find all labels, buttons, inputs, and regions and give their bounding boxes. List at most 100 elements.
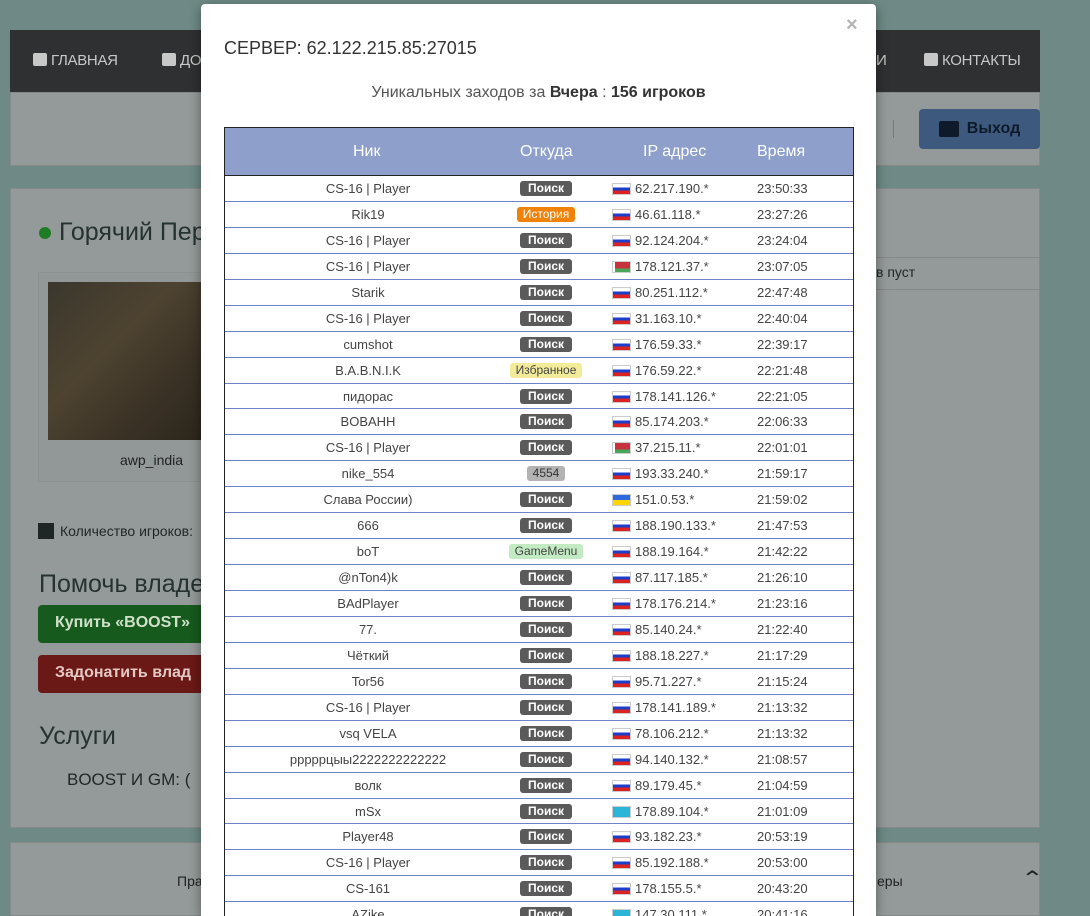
ip-cell: 176.59.22.* [612,363,702,378]
source-cell: Поиск [485,699,607,715]
ip-address: 178.176.214.* [635,596,716,611]
source-cell: Поиск [485,569,607,586]
flag-icon [612,598,631,610]
ip-address: 92.124.204.* [635,232,709,248]
home-icon [33,53,47,66]
source-cell: Поиск [485,284,607,300]
flag-icon [612,623,631,636]
player-nick: mSx [355,803,381,819]
server-name-text: Горячий Перч [59,218,219,246]
player-nick: B.A.B.N.I.K [335,362,401,378]
visit-time: 22:06:33 [757,414,808,430]
ip-cell: 85.140.24.* [612,622,702,637]
visit-time: 21:59:17 [757,466,808,482]
player-nick: Чёткий [346,647,390,663]
online-status-dot [39,227,51,239]
summary-count: 156 игроков [610,84,706,101]
player-nick: CS-16 | Player [325,181,411,196]
source-cell: Поиск [485,517,607,534]
ip-cell: 188.19.164.* [612,544,709,559]
ip-cell: 87.117.185.* [612,570,708,585]
source-cell: Поиск [485,310,607,326]
visit-time: 21:01:09 [757,803,808,819]
flag-icon [612,727,631,740]
table-row: CS-16 | Player Поиск 62.217.190.* 23:50:33 [225,176,853,202]
ip-cell: 78.106.212.* [612,726,709,741]
ip-cell: 178.176.214.* [612,596,716,611]
source-cell: Поиск [485,232,607,248]
buy-boost-button[interactable]: Купить «BOOST» [38,605,218,643]
table-row: CS-16 | Player Поиск 92.124.204.* 23:24:04 [225,228,853,254]
source-badge: Избранное [509,362,583,378]
server-name: Горячий Перч [39,218,218,247]
source-badge: Поиск [519,258,572,274]
ip-cell: 188.18.227.* [612,648,709,663]
flag-icon [612,468,631,481]
visit-time: 21:42:22 [757,544,808,560]
ip-address: 178.89.104.* [635,803,709,819]
visit-time: 21:08:57 [757,751,808,767]
ip-cell: 85.192.188.* [612,855,709,870]
flag-icon [612,494,631,507]
players-count: Количество игроков: [38,523,193,539]
logout-button[interactable]: Выход [919,109,1040,149]
ip-address: 178.155.5.* [635,881,702,897]
flag-icon [612,805,631,818]
nav-add-label: ДО [180,52,202,69]
ip-cell: 188.190.133.* [612,518,716,533]
source-cell: Поиск [485,336,607,352]
flag-icon [612,572,631,585]
table-row: vsq VELA Поиск 78.106.212.* 21:13:32 [225,721,853,747]
table-row: Чёткий Поиск 188.18.227.* 21:17:29 [225,643,853,669]
source-cell: История [485,206,607,222]
flag-icon [612,312,631,325]
nav-partial-label: И [876,52,887,69]
source-badge: Поиск [519,388,572,404]
ip-address: 93.182.23.* [635,829,702,845]
table-row: CS-16 | Player Поиск 31.163.10.* 22:40:04 [225,306,853,332]
player-nick: пидорас [342,388,394,404]
close-icon[interactable]: × [846,14,858,37]
visit-time: 21:04:59 [757,777,808,793]
ip-address: 176.59.33.* [635,336,702,352]
source-badge: Поиск [519,751,572,767]
nav-add[interactable]: ДО [162,52,202,69]
scroll-top-icon[interactable]: ⌃ [1021,866,1044,891]
source-badge: Поиск [519,518,572,534]
ip-address: 188.18.227.* [635,647,709,663]
visit-time: 23:24:04 [757,232,808,248]
envelope-icon [924,53,938,66]
table-row: CS-161 Поиск 178.155.5.* 20:43:20 [225,876,853,903]
source-cell: Поиск [485,258,607,274]
table-row: CS-16 | Player Поиск 178.141.189.* 21:13:32 [225,695,853,721]
player-nick: Player48 [342,829,394,845]
flag-icon [612,416,631,429]
ip-cell: 178.89.104.* [612,804,709,819]
ip-address: 147.30.111.* [635,907,707,916]
source-badge: Поиск [519,777,572,793]
ip-cell: 178.141.126.* [612,389,716,404]
ip-address: 178.121.37.* [635,258,709,274]
right-panel-text: в пуст [876,264,916,280]
source-cell: GameMenu [485,543,607,560]
ip-address: 37.215.11.* [635,440,701,456]
visit-time: 23:27:26 [757,206,808,222]
nav-home-label: ГЛАВНАЯ [51,52,118,69]
ip-cell: 94.140.132.* [612,752,709,767]
source-cell: Поиск [485,803,607,819]
table-row: 666 Поиск 188.190.133.* 21:47:53 [225,513,853,540]
flag-icon [612,183,631,195]
donate-button[interactable]: Задонатить влад [38,655,218,693]
nav-partial[interactable]: И [876,52,887,69]
table-row: CS-16 | Player Поиск 178.121.37.* 23:07:05 [225,254,853,280]
table-row: 77. Поиск 85.140.24.* 21:22:40 [225,617,853,643]
ip-address: 176.59.22.* [635,362,702,378]
player-nick: nike_554 [341,466,395,482]
visit-time: 20:53:19 [757,829,808,845]
col-ip: IP адрес [643,143,707,160]
nav-home[interactable]: ГЛАВНАЯ [33,52,118,69]
nav-contacts[interactable]: КОНТАКТЫ [924,52,1021,69]
source-cell: Поиск [485,673,607,689]
ip-address: 94.140.132.* [635,751,709,767]
source-badge: Поиск [519,647,572,663]
